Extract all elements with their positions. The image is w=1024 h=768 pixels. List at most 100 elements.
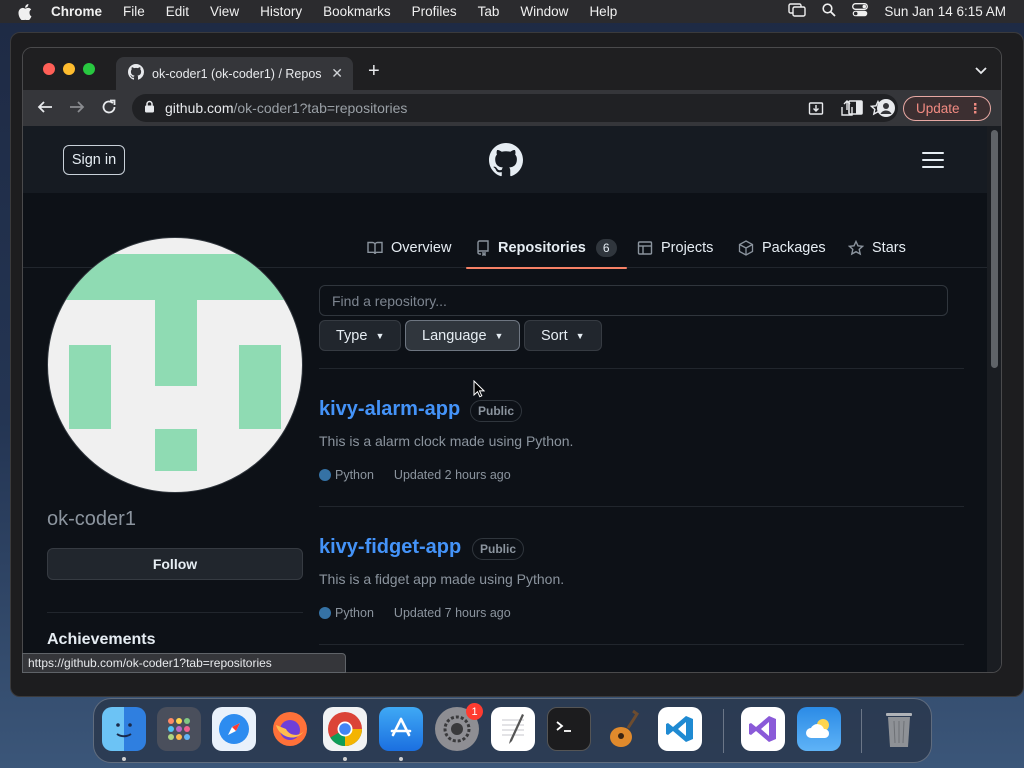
repo-icon	[476, 240, 490, 256]
scrollbar-thumb[interactable]	[991, 130, 998, 368]
spotlight-search-icon[interactable]	[822, 3, 837, 20]
url-host: github.com	[165, 100, 234, 116]
menu-app-name[interactable]: Chrome	[51, 4, 102, 19]
tab-search-chevron-icon[interactable]	[975, 62, 987, 80]
language-color-dot	[319, 607, 331, 619]
tab-projects[interactable]: Projects	[637, 228, 713, 268]
macos-dock: 1	[93, 698, 932, 763]
type-filter-label: Type	[336, 327, 368, 344]
hamburger-menu-icon[interactable]	[922, 152, 944, 173]
chrome-window: ok-coder1 (ok-coder1) / Repositories ✕ +…	[22, 47, 1002, 673]
garageband-icon[interactable]	[603, 707, 647, 751]
textedit-icon[interactable]	[491, 707, 535, 751]
browser-toolbar: github.com/ok-coder1?tab=repositories Up…	[23, 90, 1001, 126]
tab-overview[interactable]: Overview	[367, 228, 451, 268]
menubar-clock[interactable]: Sun Jan 14 6:15 AM	[884, 4, 1006, 19]
side-panel-icon[interactable]	[848, 100, 863, 120]
package-icon	[738, 240, 754, 256]
control-center-icon[interactable]	[852, 3, 869, 20]
close-tab-icon[interactable]: ✕	[331, 65, 343, 82]
finder-icon[interactable]	[102, 707, 146, 751]
chrome-update-button[interactable]: Update ⋮	[903, 96, 991, 121]
sort-filter-label: Sort	[541, 327, 568, 344]
macos-menu-bar: Chrome File Edit View History Bookmarks …	[0, 0, 1024, 23]
language-color-dot	[319, 469, 331, 481]
repo-language: Python	[335, 468, 374, 482]
reload-icon[interactable]	[101, 99, 117, 120]
repo-updated: Updated 2 hours ago	[393, 468, 511, 482]
lock-icon[interactable]	[144, 100, 155, 116]
running-indicator	[399, 757, 403, 761]
profile-username: ok-coder1	[47, 508, 136, 530]
page-scrollbar[interactable]	[987, 126, 1001, 672]
apple-menu-icon[interactable]	[18, 3, 34, 20]
caret-down-icon: ▼	[375, 330, 385, 341]
follow-button[interactable]: Follow	[47, 548, 303, 580]
firefox-icon[interactable]	[268, 707, 312, 751]
menu-view[interactable]: View	[210, 4, 239, 19]
github-logo-icon[interactable]	[489, 143, 523, 182]
menu-edit[interactable]: Edit	[166, 4, 189, 19]
achievements-heading: Achievements	[47, 631, 156, 648]
menu-profiles[interactable]: Profiles	[412, 4, 457, 19]
tab-stars[interactable]: Stars	[848, 228, 906, 268]
menu-file[interactable]: File	[123, 4, 145, 19]
repo-list-item: kivy-fidget-app Public This is a fidget …	[319, 507, 964, 645]
menu-history[interactable]: History	[260, 4, 302, 19]
menu-window[interactable]: Window	[520, 4, 568, 19]
github-header: Sign in	[23, 126, 989, 193]
find-repository-input[interactable]	[319, 285, 948, 316]
menu-help[interactable]: Help	[589, 4, 617, 19]
terminal-icon[interactable]	[547, 707, 591, 751]
user-avatar[interactable]	[47, 237, 303, 493]
minimize-window-button[interactable]	[63, 63, 75, 75]
trash-icon[interactable]	[877, 707, 921, 751]
type-filter-button[interactable]: Type ▼	[319, 320, 401, 351]
menu-bookmarks[interactable]: Bookmarks	[323, 4, 391, 19]
visual-studio-icon[interactable]	[741, 707, 785, 751]
chrome-icon[interactable]	[323, 707, 367, 751]
fullscreen-window-button[interactable]	[83, 63, 95, 75]
launchpad-icon[interactable]	[157, 707, 201, 751]
system-settings-icon[interactable]: 1	[435, 703, 483, 751]
dock-separator	[723, 709, 724, 753]
link-status-bubble: https://github.com/ok-coder1?tab=reposit…	[22, 653, 346, 673]
repo-language: Python	[335, 606, 374, 620]
tab-projects-label: Projects	[661, 240, 714, 256]
running-indicator	[122, 757, 126, 761]
repo-updated: Updated 7 hours ago	[393, 606, 511, 620]
address-bar[interactable]: github.com/ok-coder1?tab=repositories	[132, 94, 898, 122]
tab-title: ok-coder1 (ok-coder1) / Repositories	[152, 66, 322, 81]
profile-avatar-icon[interactable]	[877, 99, 895, 122]
repo-name-link[interactable]: kivy-alarm-app	[319, 398, 460, 421]
back-arrow-icon[interactable]	[37, 99, 53, 120]
url-path: /ok-coder1?tab=repositories	[233, 100, 408, 116]
close-window-button[interactable]	[43, 63, 55, 75]
app-store-icon[interactable]	[379, 707, 423, 751]
vscode-icon[interactable]	[658, 707, 702, 751]
menu-tab[interactable]: Tab	[478, 4, 500, 19]
repo-name-link[interactable]: kivy-fidget-app	[319, 536, 461, 559]
caret-down-icon: ▼	[494, 330, 504, 341]
repo-meta: Python Updated 7 hours ago	[319, 606, 511, 620]
language-filter-button[interactable]: Language ▼	[405, 320, 520, 351]
new-tab-icon[interactable]: +	[368, 60, 380, 83]
more-options-icon[interactable]: ⋮	[969, 101, 983, 117]
star-icon	[848, 240, 864, 256]
repo-description: This is a fidget app made using Python.	[319, 571, 565, 587]
sign-in-button[interactable]: Sign in	[63, 145, 125, 175]
install-app-icon[interactable]	[808, 100, 824, 119]
update-label: Update	[916, 101, 960, 116]
weather-icon[interactable]	[797, 707, 841, 751]
github-page: Sign in Overview Repositories 6 Projects…	[23, 126, 989, 672]
safari-icon[interactable]	[212, 707, 256, 751]
tab-repositories[interactable]: Repositories 6	[466, 228, 627, 269]
forward-arrow-icon[interactable]	[69, 99, 85, 120]
browser-tab-active[interactable]: ok-coder1 (ok-coder1) / Repositories ✕	[116, 57, 353, 90]
tab-packages[interactable]: Packages	[738, 228, 826, 268]
sort-filter-button[interactable]: Sort ▼	[524, 320, 602, 351]
tab-packages-label: Packages	[762, 240, 826, 256]
screen-mirroring-icon[interactable]	[788, 3, 807, 20]
tab-repositories-label: Repositories	[498, 240, 586, 256]
table-icon	[637, 240, 653, 256]
